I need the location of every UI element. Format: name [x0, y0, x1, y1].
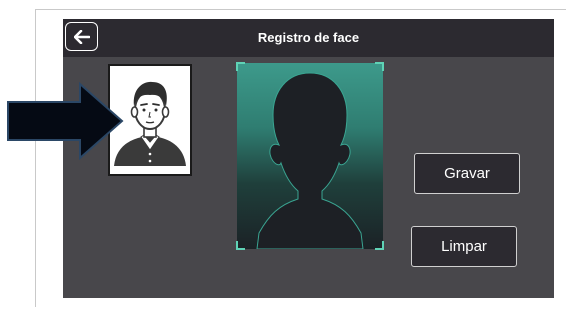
record-button[interactable]: Gravar: [414, 153, 520, 194]
page-title: Registro de face: [257, 30, 360, 45]
screenshot-page: Registro de face Gravar Limpar: [0, 0, 566, 310]
preview-corner-bottom-right: [375, 241, 384, 250]
frame-border-top: [35, 9, 566, 10]
preview-corner-top-left: [236, 62, 245, 71]
preview-corner-top-right: [375, 62, 384, 71]
back-button[interactable]: [65, 22, 98, 51]
clear-button[interactable]: Limpar: [411, 226, 517, 267]
arrow-right-icon: [7, 82, 124, 160]
preview-corner-bottom-left: [236, 241, 245, 250]
arrow-left-icon: [73, 29, 90, 44]
title-bar: Registro de face: [63, 19, 554, 57]
face-silhouette-icon: [256, 72, 364, 250]
face-registration-screen: Registro de face Gravar Limpar: [63, 19, 554, 298]
face-capture-preview: [236, 62, 384, 250]
